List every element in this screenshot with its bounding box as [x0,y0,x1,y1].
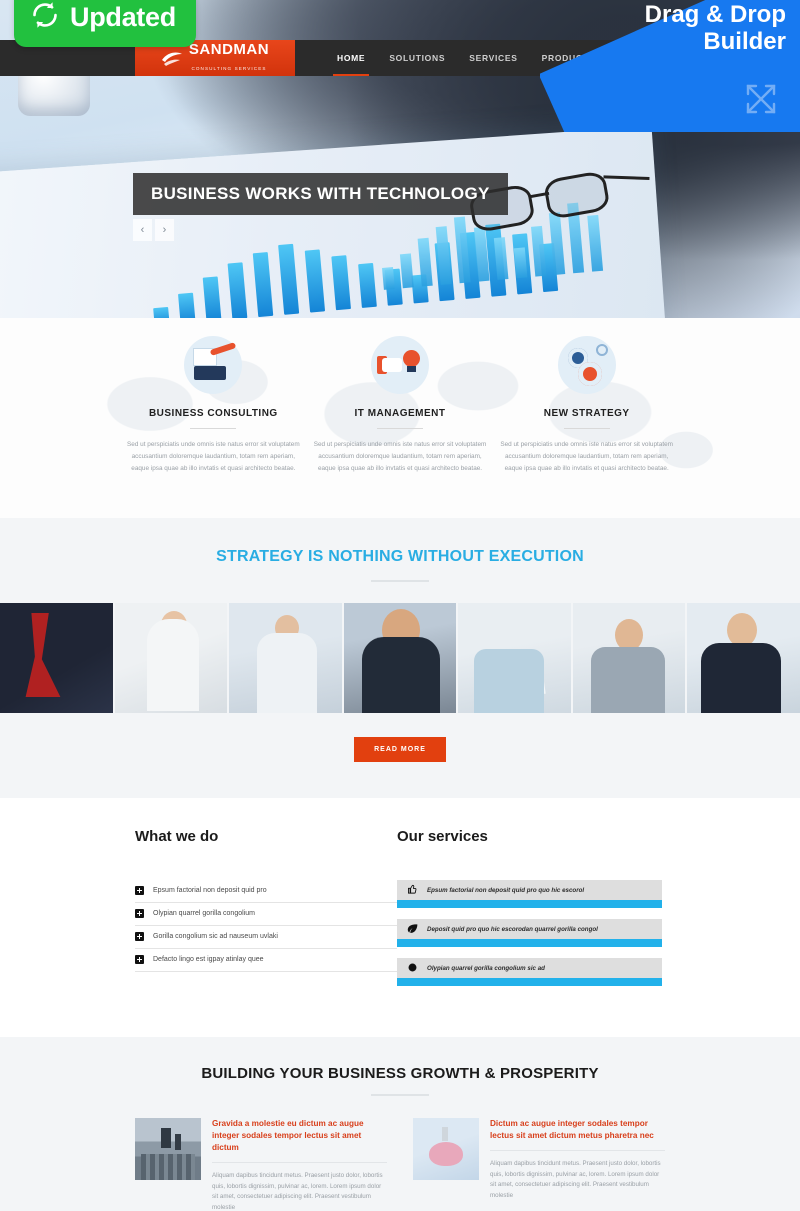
service-intro-text: Sed ut perspiciatis unde omnis iste natu… [500,441,673,472]
gallery-photo[interactable] [687,603,800,713]
post-thumbnail[interactable] [135,1118,201,1180]
post-title[interactable]: Dictum ac augue integer sodales tempor l… [490,1118,665,1151]
drag-drop-ribbon: Drag & Drop Builder [540,0,800,132]
nav-item-solutions[interactable]: SOLUTIONS [377,40,457,76]
what-we-do-column: What we do Epsum factorial non deposit q… [135,828,397,997]
refresh-icon [30,0,60,35]
slider-prev-button[interactable]: ‹ [133,219,152,241]
gears-icon [557,336,616,394]
page-root: SANDMAN CONSULTING SERVICES HOME SOLUTION… [0,0,800,1211]
team-gallery [0,603,800,713]
service-bar-head: Deposit quid pro quo hic escorodan quarr… [397,919,662,939]
what-we-do-heading: What we do [135,828,219,845]
post-excerpt: Aliquam dapibus tincidunt metus. Praesen… [490,1159,661,1200]
service-bar-label: Deposit quid pro quo hic escorodan quarr… [427,925,598,933]
ribbon-line-1: Drag & Drop [644,1,786,28]
services-intro-row: BUSINESS CONSULTING Sed ut perspiciatis u… [0,318,800,475]
service-bar-head: Epsum factorial non deposit quid pro quo… [397,880,662,900]
leaf-icon [397,923,427,935]
post-title[interactable]: Gravida a molestie eu dictum ac augue in… [212,1118,387,1163]
our-services-list: Epsum factorial non deposit quid pro quo… [397,880,662,986]
our-services-heading: Our services [397,828,488,845]
what-we-do-item[interactable]: Epsum factorial non deposit quid pro [135,880,397,903]
swoosh-logo-icon [161,49,183,67]
updated-badge-label: Updated [70,2,176,32]
service-intro-text: Sed ut perspiciatis unde omnis iste natu… [127,441,300,472]
service-intro-title: NEW STRATEGY [543,408,630,419]
read-more-wrap: READ MORE [0,713,800,798]
logo-subtitle: CONSULTING SERVICES [191,66,267,71]
ribbon-text: Drag & Drop Builder [546,1,786,56]
logo-title: SANDMAN [188,41,270,58]
title-divider [377,428,423,429]
what-we-do-item-label: Defacto lingo est igpay atinlay quee [153,956,264,963]
hero-caption: BUSINESS WORKS WITH TECHNOLOGY [133,173,508,215]
nav-item-home[interactable]: HOME [325,40,377,76]
gallery-photo[interactable] [343,603,457,713]
ribbon-line-2: Builder [703,27,786,55]
building-section: BUILDING YOUR BUSINESS GROWTH & PROSPERI… [0,1037,800,1211]
service-bar-label: Epsum factorial non deposit quid pro quo… [427,886,585,894]
what-we-do-item[interactable]: Olypian quarrel gorilla congolium [135,903,397,926]
updated-badge: Updated [14,0,196,47]
thumbs-up-icon [397,884,427,896]
read-more-button[interactable]: READ MORE [354,737,446,762]
service-intro-card[interactable]: NEW STRATEGY Sed ut perspiciatis unde omn… [493,336,680,475]
services-intro-section: BUSINESS CONSULTING Sed ut perspiciatis u… [0,318,800,518]
service-bar[interactable]: Deposit quid pro quo hic escorodan quarr… [397,919,662,947]
strategy-section: STRATEGY IS NOTHING WITHOUT EXECUTION RE… [0,518,800,798]
dot-icon [397,963,427,974]
plus-icon [135,909,144,918]
what-we-do-item-label: Epsum factorial non deposit quid pro [153,887,267,894]
news-post[interactable]: Dictum ac augue integer sodales tempor l… [413,1118,665,1211]
consulting-icon [184,336,243,394]
plus-icon [135,932,144,941]
posts-grid: Gravida a molestie eu dictum ac augue in… [135,1118,665,1211]
service-bar-progress [397,900,662,908]
service-intro-card[interactable]: BUSINESS CONSULTING Sed ut perspiciatis u… [120,336,307,475]
post-body: Dictum ac augue integer sodales tempor l… [490,1118,665,1211]
service-bar-progress [397,939,662,947]
our-services-column: Our services Epsum factorial non deposit… [397,828,662,997]
service-bar-head: Olypian quarrel gorilla congolium sic ad [397,958,662,978]
post-body: Gravida a molestie eu dictum ac augue in… [212,1118,387,1211]
lightbulb-icon [371,336,429,394]
service-bar[interactable]: Olypian quarrel gorilla congolium sic ad [397,958,662,986]
title-divider [563,428,610,429]
what-we-do-item[interactable]: Gorilla congolium sic ad nauseum uvlaki [135,926,397,949]
logo-text: SANDMAN CONSULTING SERVICES [189,42,269,74]
slider-next-button[interactable]: › [155,219,174,241]
service-bar-progress [397,978,662,986]
hero-slider-controls: ‹ › [133,219,174,241]
service-intro-card[interactable]: IT MANAGEMENT Sed ut perspiciatis unde om… [307,336,494,475]
service-bar-label: Olypian quarrel gorilla congolium sic ad [427,964,545,972]
post-thumbnail[interactable] [413,1118,479,1180]
gallery-photo[interactable] [0,603,113,713]
service-bar[interactable]: Epsum factorial non deposit quid pro quo… [397,880,662,908]
title-divider [190,428,237,429]
service-intro-title: IT MANAGEMENT [354,408,446,419]
plus-icon [135,886,144,895]
what-we-do-item-label: Gorilla congolium sic ad nauseum uvlaki [153,933,278,940]
gallery-photo[interactable] [572,603,686,713]
what-we-do-list: Epsum factorial non deposit quid pro Olyp… [135,880,397,972]
service-intro-text: Sed ut perspiciatis unde omnis iste natu… [313,441,487,472]
strategy-heading: STRATEGY IS NOTHING WITHOUT EXECUTION [216,548,584,565]
gallery-photo[interactable] [229,603,342,713]
heading-divider [371,1094,429,1096]
heading-divider [371,580,429,582]
news-post[interactable]: Gravida a molestie eu dictum ac augue in… [135,1118,387,1211]
post-excerpt: Aliquam dapibus tincidunt metus. Praesen… [212,1171,383,1211]
move-arrows-icon [740,78,782,120]
hero-section: SANDMAN CONSULTING SERVICES HOME SOLUTION… [0,0,800,318]
gallery-photo[interactable] [458,603,571,713]
service-intro-title: BUSINESS CONSULTING [148,408,278,419]
two-column-section: What we do Epsum factorial non deposit q… [0,798,800,1037]
what-we-do-item-label: Olypian quarrel gorilla congolium [153,910,255,917]
plus-icon [135,955,144,964]
building-heading: BUILDING YOUR BUSINESS GROWTH & PROSPERI… [201,1065,599,1082]
what-we-do-item[interactable]: Defacto lingo est igpay atinlay quee [135,949,397,972]
nav-item-services[interactable]: SERVICES [457,40,529,76]
gallery-photo[interactable] [114,603,228,713]
